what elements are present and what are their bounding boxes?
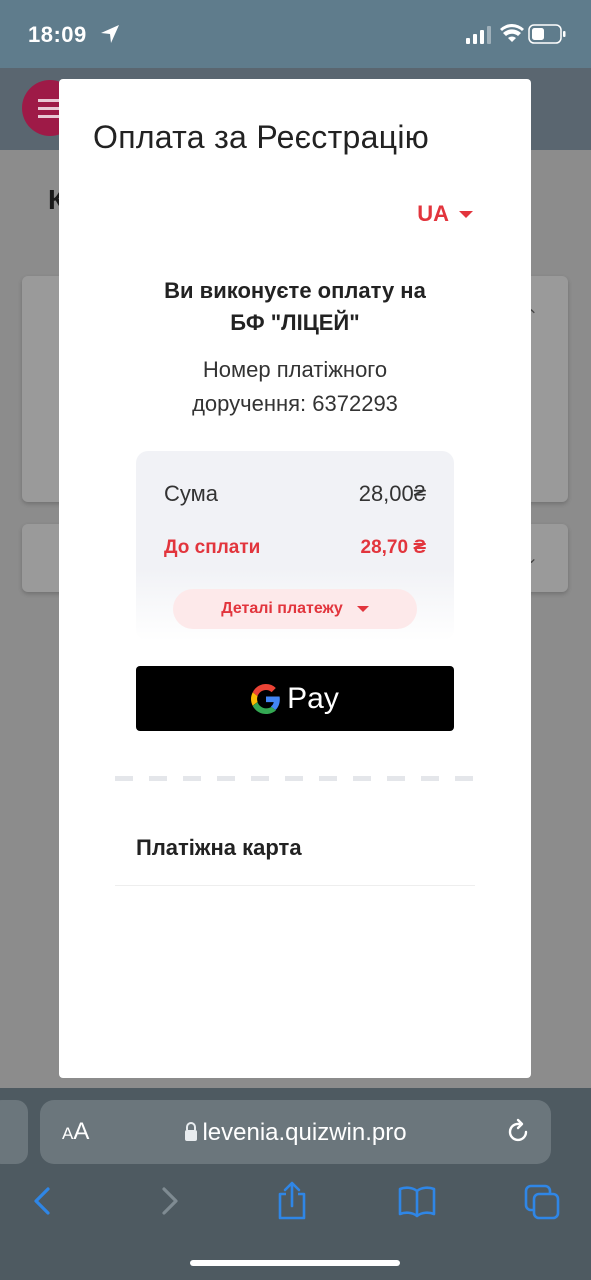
divider-dash: [183, 776, 201, 781]
reload-icon[interactable]: [507, 1118, 531, 1146]
divider-dash: [387, 776, 405, 781]
divider-dash: [217, 776, 235, 781]
payment-summary: Сума 28,00₴ До сплати 28,70 ₴ Деталі пла…: [136, 451, 454, 641]
language-selector[interactable]: UA: [417, 201, 473, 227]
divider-dash: [319, 776, 337, 781]
payment-card-option[interactable]: Платіжна карта: [136, 835, 302, 861]
payment-details-button[interactable]: Деталі платежу: [173, 589, 417, 629]
battery-icon: [528, 24, 566, 44]
back-icon[interactable]: [26, 1184, 60, 1218]
url-text: levenia.quizwin.pro: [202, 1119, 407, 1146]
browser-bottom-bar: AA levenia.quizwin.pro: [0, 1088, 591, 1280]
cellular-signal-icon: [466, 26, 491, 44]
payment-details-label: Деталі платежу: [221, 600, 343, 617]
language-label: UA: [417, 201, 449, 226]
modal-title: Оплата за Реєстрацію: [93, 119, 430, 155]
divider-dash: [251, 776, 269, 781]
status-time: 18:09: [28, 22, 87, 47]
google-pay-label: Pay: [287, 681, 339, 715]
google-pay-button[interactable]: Pay: [136, 666, 454, 731]
share-icon[interactable]: [274, 1180, 310, 1220]
order-line: доручення: 6372293: [192, 391, 398, 416]
divider-dash: [285, 776, 303, 781]
url-display[interactable]: levenia.quizwin.pro: [40, 1119, 551, 1147]
status-bar: 18:09: [0, 0, 591, 68]
to-pay-label: До сплати: [164, 537, 261, 558]
tabs-icon[interactable]: [524, 1184, 560, 1220]
divider-dash: [455, 776, 473, 781]
payee-line: Ви виконуєте оплату на: [164, 278, 426, 303]
forward-icon[interactable]: [152, 1184, 186, 1218]
to-pay-row: До сплати 28,70 ₴: [164, 537, 426, 559]
divider-dash: [149, 776, 167, 781]
previous-tab-preview[interactable]: [0, 1100, 28, 1164]
sum-value: 28,00₴: [358, 481, 426, 506]
bookmarks-icon[interactable]: [398, 1184, 436, 1218]
lock-icon: [185, 1122, 198, 1141]
payee-name: БФ "ЛІЦЕЙ": [230, 310, 360, 335]
divider-dash: [353, 776, 371, 781]
to-pay-value: 28,70 ₴: [360, 537, 427, 558]
payee-info: Ви виконуєте оплату на БФ "ЛІЦЕЙ": [59, 275, 531, 339]
order-number: Номер платіжного доручення: 6372293: [59, 353, 531, 421]
location-arrow-icon: [101, 25, 119, 43]
order-line: Номер платіжного: [202, 357, 388, 382]
address-bar[interactable]: AA levenia.quizwin.pro: [40, 1100, 551, 1164]
divider-dash: [421, 776, 439, 781]
home-indicator[interactable]: [190, 1260, 400, 1266]
divider-dash: [115, 776, 133, 781]
google-g-icon: [251, 683, 280, 714]
sum-label: Сума: [164, 481, 219, 506]
section-divider: [115, 776, 475, 782]
card-section-divider: [115, 885, 475, 886]
caret-down-icon: [459, 210, 473, 218]
payment-modal: Оплата за Реєстрацію UA Ви виконуєте опл…: [59, 79, 531, 1078]
wifi-icon: [500, 24, 524, 42]
caret-down-icon: [356, 606, 369, 612]
sum-row: Сума 28,00₴: [164, 481, 426, 507]
